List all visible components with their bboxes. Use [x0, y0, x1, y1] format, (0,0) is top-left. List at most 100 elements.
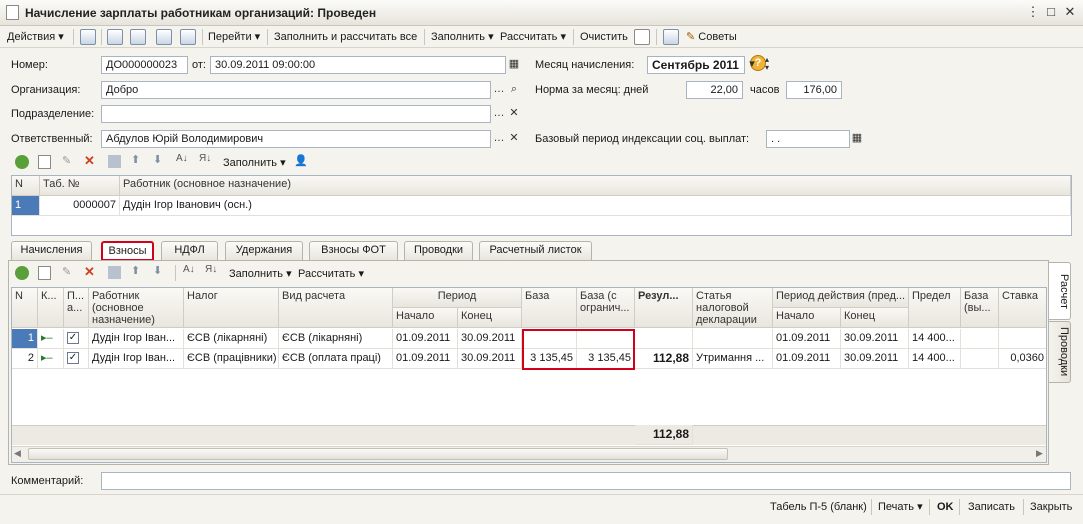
table-cell[interactable]: 30.09.2011 [841, 349, 909, 369]
scrollbar-thumb[interactable] [28, 448, 728, 460]
column-header[interactable]: Начало [773, 308, 841, 328]
print-menu[interactable]: Печать ▾ [878, 499, 923, 515]
end-edit-icon[interactable] [108, 266, 121, 279]
table-cell[interactable]: 01.09.2011 [773, 329, 841, 349]
copy-icon[interactable] [130, 29, 146, 45]
column-header[interactable]: N [12, 176, 40, 196]
column-header[interactable]: Резул... [635, 288, 693, 328]
clear-button[interactable]: Очистить [580, 29, 628, 45]
maximize-icon[interactable]: □ [1044, 5, 1058, 19]
column-header[interactable]: Период действия (пред... [773, 288, 909, 308]
checkbox[interactable]: ✓ [67, 352, 79, 364]
delete-icon[interactable]: ✕ [84, 153, 95, 169]
column-header[interactable]: Работник (основное назначение) [89, 288, 184, 328]
column-header[interactable]: Предел [909, 288, 961, 328]
post-icon[interactable] [156, 29, 172, 45]
clear-icon[interactable]: ✕ [507, 130, 521, 148]
table-row-number[interactable]: 2 [12, 349, 38, 369]
table-cell[interactable] [961, 349, 999, 369]
column-header[interactable]: База (с огранич... [577, 288, 635, 328]
fill-calc-all-button[interactable]: Заполнить и рассчитать все [274, 29, 417, 45]
table-cell[interactable] [635, 329, 693, 349]
table-cell[interactable]: Дудін Ігор Іванович (осн.) [120, 196, 1071, 216]
scroll-left-icon[interactable]: ◀ [14, 448, 21, 459]
search-icon[interactable]: ⌕ [507, 81, 521, 99]
calendar-icon[interactable]: ▦ [507, 56, 521, 74]
number-field[interactable]: ДО000000023 [101, 56, 188, 74]
go-menu[interactable]: Перейти ▾ [208, 29, 260, 45]
move-up-icon[interactable]: ⬆ [131, 264, 140, 277]
column-header[interactable]: Таб. № [40, 176, 120, 196]
copy-row-icon[interactable] [38, 155, 51, 169]
table-cell[interactable]: 01.09.2011 [393, 329, 458, 349]
move-down-icon[interactable]: ⬇ [153, 264, 162, 277]
calculate-menu[interactable]: Рассчитать ▾ [500, 29, 566, 45]
move-down-icon[interactable]: ⬇ [153, 153, 162, 166]
calendar-icon[interactable]: ▦ [850, 130, 864, 148]
tab-entries[interactable]: Проводки [404, 241, 473, 260]
column-header[interactable]: Статья налоговой декларации [693, 288, 773, 328]
sort-desc-icon[interactable]: Я↓ [205, 264, 217, 275]
month-field[interactable]: Сентябрь 2011 [647, 56, 745, 74]
move-up-icon[interactable]: ⬆ [131, 153, 140, 166]
edit-icon[interactable]: ✎ [62, 154, 71, 167]
side-tab-calc[interactable]: Расчет [1049, 262, 1071, 320]
close-button[interactable]: Закрыть [1030, 499, 1072, 515]
select-button[interactable]: … [492, 81, 506, 99]
select-button[interactable]: … [492, 130, 506, 148]
more-icon[interactable]: ⋮ [1026, 5, 1040, 19]
tips-button[interactable]: ✎ Советы [686, 29, 737, 45]
column-header[interactable]: К... [38, 288, 64, 328]
table-cell[interactable]: 30.09.2011 [841, 329, 909, 349]
fill-menu[interactable]: Заполнить ▾ [431, 29, 494, 45]
side-tab-entries[interactable]: Проводки [1049, 321, 1071, 383]
contrib-calculate-menu[interactable]: Рассчитать ▾ [298, 266, 364, 282]
column-header[interactable]: N [12, 288, 38, 328]
table-cell[interactable]: ЄСВ (оплата праці) [279, 349, 393, 369]
add-icon[interactable] [15, 266, 29, 280]
close-icon[interactable]: ✕ [1063, 5, 1077, 19]
column-header[interactable]: База [522, 288, 577, 328]
table-cell[interactable]: 01.09.2011 [393, 349, 458, 369]
arrow-icon[interactable]: ▸‒ [38, 329, 64, 349]
clear-icon[interactable]: ✕ [507, 105, 521, 123]
add-icon[interactable] [15, 155, 29, 169]
checkbox[interactable]: ✓ [67, 332, 79, 344]
column-header[interactable]: Вид расчета [279, 288, 393, 328]
sort-desc-icon[interactable]: Я↓ [199, 153, 211, 164]
table-row-number[interactable]: 1 [12, 196, 40, 216]
table-cell[interactable]: 112,88 [635, 349, 693, 369]
debit-credit-icon[interactable] [634, 29, 650, 45]
tab-payroll-contributions[interactable]: Взносы ФОТ [309, 241, 398, 260]
delete-icon[interactable]: ✕ [84, 264, 95, 280]
workers-fill-menu[interactable]: Заполнить ▾ [223, 155, 286, 171]
column-header[interactable]: Работник (основное назначение) [120, 176, 1071, 196]
table-cell[interactable]: 01.09.2011 [773, 349, 841, 369]
tab-pdfo[interactable]: НДФЛ [161, 241, 218, 260]
table-row-number[interactable]: 1 [12, 329, 38, 349]
column-header[interactable]: База (вы... [961, 288, 999, 328]
stepper-icon[interactable]: ▴ ▾ [760, 56, 774, 74]
table-cell[interactable]: ✓ [64, 329, 89, 349]
table-cell[interactable]: 14 400... [909, 329, 961, 349]
column-header[interactable]: П... а... [64, 288, 89, 328]
contrib-fill-menu[interactable]: Заполнить ▾ [229, 266, 292, 282]
refresh-icon[interactable] [107, 29, 123, 45]
save-button[interactable]: Записать [968, 499, 1015, 515]
actions-menu[interactable]: Действия ▾ [7, 29, 64, 45]
tab-deductions[interactable]: Удержания [225, 241, 303, 260]
ok-button[interactable]: OK [937, 499, 954, 515]
column-header[interactable]: Ставка [999, 288, 1046, 328]
select-button[interactable]: … [492, 105, 506, 123]
sort-asc-icon[interactable]: A↓ [176, 153, 188, 164]
norm-hours-field[interactable]: 176,00 [786, 81, 842, 99]
scroll-right-icon[interactable]: ▶ [1036, 448, 1043, 459]
edit-icon[interactable]: ✎ [62, 265, 71, 278]
table-cell[interactable]: 30.09.2011 [458, 349, 522, 369]
column-header[interactable]: Конец [841, 308, 909, 328]
comment-field[interactable] [101, 472, 1071, 490]
sort-asc-icon[interactable]: A↓ [183, 264, 195, 275]
arrow-icon[interactable]: ▸‒ [38, 349, 64, 369]
norm-days-field[interactable]: 22,00 [686, 81, 743, 99]
table-cell[interactable]: Дудін Ігор Іван... [89, 349, 184, 369]
